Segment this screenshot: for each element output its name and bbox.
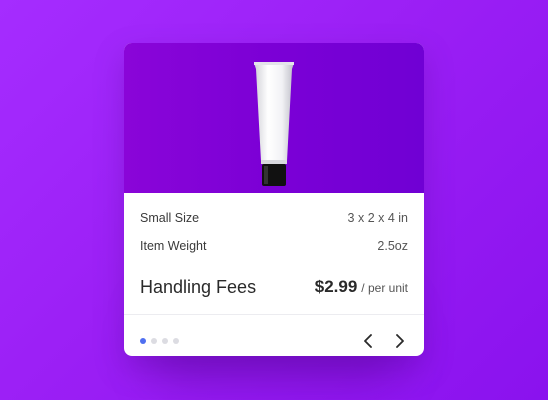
fees-label: Handling Fees bbox=[140, 276, 257, 297]
product-hero bbox=[124, 43, 424, 193]
pagination-dots bbox=[140, 338, 179, 344]
lotion-tube-icon bbox=[254, 62, 294, 186]
size-value: 3 x 2 x 4 in bbox=[347, 211, 408, 225]
size-label: Small Size bbox=[140, 211, 200, 225]
chevron-left-icon bbox=[364, 334, 372, 348]
product-specs: Small Size 3 x 2 x 4 in Item Weight 2.5o… bbox=[124, 204, 424, 314]
pagination-dot-2[interactable] bbox=[151, 338, 157, 344]
product-card: Small Size 3 x 2 x 4 in Item Weight 2.5o… bbox=[124, 43, 424, 356]
weight-value: 2.5oz bbox=[377, 239, 408, 253]
fees-price: $2.99 bbox=[314, 277, 358, 296]
pagination-dot-4[interactable] bbox=[173, 338, 179, 344]
chevron-right-icon bbox=[396, 334, 404, 348]
pagination-dot-1[interactable] bbox=[140, 338, 146, 344]
fees-value: $2.99/ per unit bbox=[315, 277, 408, 297]
fees-unit: / per unit bbox=[361, 281, 408, 295]
pagination-dot-3[interactable] bbox=[162, 338, 168, 344]
next-button[interactable] bbox=[392, 333, 408, 349]
prev-button[interactable] bbox=[360, 333, 376, 349]
card-footer bbox=[124, 315, 424, 356]
size-row: Small Size 3 x 2 x 4 in bbox=[140, 204, 408, 232]
weight-row: Item Weight 2.5oz bbox=[140, 232, 408, 260]
pagination-arrows bbox=[360, 333, 408, 349]
weight-label: Item Weight bbox=[140, 239, 207, 253]
fees-row: Handling Fees $2.99/ per unit bbox=[140, 260, 408, 314]
